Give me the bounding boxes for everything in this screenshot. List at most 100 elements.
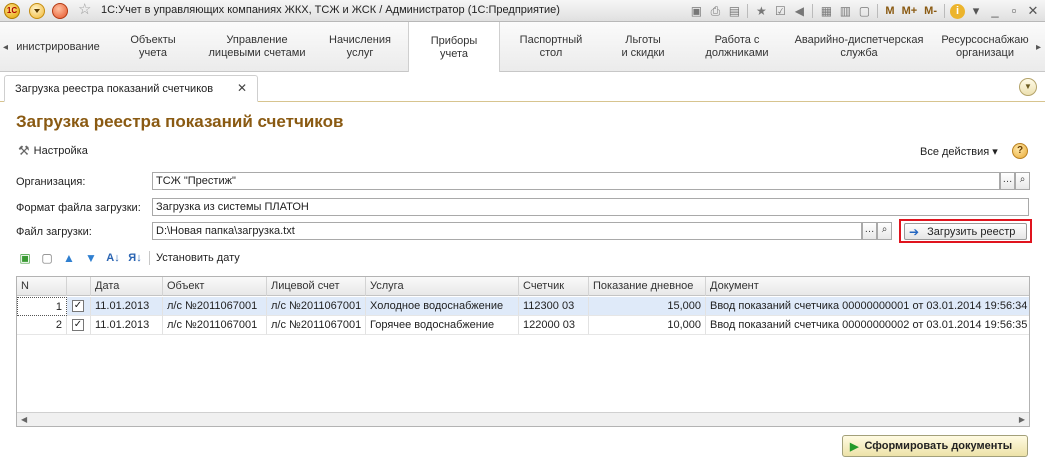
favorites-add-icon[interactable]: ★ <box>753 3 769 19</box>
all-actions-menu[interactable]: Все действия ▾ <box>920 145 998 158</box>
memory-mplus-button[interactable]: M+ <box>900 3 920 19</box>
help-icon[interactable]: ? <box>1012 143 1028 159</box>
section-meters[interactable]: Приборы учета <box>408 22 500 73</box>
select-dots-icon[interactable]: … <box>1000 172 1015 190</box>
maximize-icon[interactable]: ▫ <box>1006 3 1022 19</box>
tab-close-icon[interactable]: ✕ <box>237 81 247 95</box>
section-passport[interactable]: Паспортный стол <box>507 22 595 72</box>
search-icon[interactable]: ⌕ <box>1015 172 1030 190</box>
page-title: Загрузка реестра показаний счетчиков <box>16 112 344 131</box>
load-registry-button[interactable]: ➔ Загрузить реестр <box>904 223 1027 240</box>
readings-table: N Дата Объект Лицевой счет Услуга Счетчи… <box>16 276 1030 427</box>
col-service[interactable]: Услуга <box>366 277 519 296</box>
calculator-icon[interactable]: ▦ <box>818 3 834 19</box>
close-icon[interactable]: ✕ <box>1025 3 1041 19</box>
format-label: Формат файла загрузки: <box>16 202 141 214</box>
move-up-icon[interactable]: ▲ <box>61 250 77 266</box>
memory-mminus-button[interactable]: M- <box>922 3 939 19</box>
cell-account: л/с №2011067001 <box>267 297 366 316</box>
col-account[interactable]: Лицевой счет <box>267 277 366 296</box>
cell-service: Холодное водоснабжение <box>366 297 519 316</box>
set-date-button[interactable]: Установить дату <box>156 252 240 264</box>
horizontal-scrollbar[interactable]: ◀ ▶ <box>17 412 1029 426</box>
col-n[interactable]: N <box>17 277 67 296</box>
section-accounts[interactable]: Управление лицевыми счетами <box>200 22 314 72</box>
col-check[interactable] <box>67 277 91 296</box>
back-icon[interactable]: ◀ <box>791 3 807 19</box>
settings-button[interactable]: ⚒ Настройка <box>18 143 88 159</box>
load-registry-highlight: ➔ Загрузить реестр <box>899 219 1032 243</box>
col-date[interactable]: Дата <box>91 277 163 296</box>
separator <box>149 251 150 265</box>
section-emergency[interactable]: Аварийно-диспетчерская служба <box>790 22 928 72</box>
organization-field[interactable]: ТСЖ "Престиж" <box>152 172 1000 190</box>
tab-label: Загрузка реестра показаний счетчиков <box>15 83 214 95</box>
row-checkbox[interactable]: ✓ <box>72 300 84 312</box>
load-registry-label: Загрузить реестр <box>927 225 1016 238</box>
section-debtors[interactable]: Работа с должниками <box>688 22 786 72</box>
sort-asc-icon[interactable]: A↓ <box>105 250 121 266</box>
info-icon[interactable]: i <box>950 3 965 19</box>
scroll-left-icon[interactable]: ◀ <box>21 415 27 424</box>
preview-icon[interactable]: ▤ <box>726 3 742 19</box>
section-objects[interactable]: Объекты учета <box>112 22 194 72</box>
col-object[interactable]: Объект <box>163 277 267 296</box>
separator <box>877 4 879 18</box>
select-dots-icon[interactable]: … <box>862 222 877 240</box>
app-logo-icon[interactable]: 1С <box>4 3 20 19</box>
file-label: Файл загрузки: <box>16 226 92 238</box>
separator <box>747 4 749 18</box>
cell-n: 2 <box>17 316 67 335</box>
uncheck-all-icon[interactable]: ▢ <box>39 250 55 266</box>
section-benefits[interactable]: Льготы и скидки <box>604 22 682 72</box>
table-row[interactable]: 2 ✓ 11.01.2013 л/с №2011067001 л/с №2011… <box>17 316 1029 335</box>
dropdown-icon[interactable]: ▾ <box>968 3 984 19</box>
memory-m-button[interactable]: M <box>883 3 896 19</box>
check-all-icon[interactable]: ▣ <box>17 250 33 266</box>
section-resources[interactable]: Ресурсоснабжаю организаци <box>934 22 1036 72</box>
separator <box>944 4 945 18</box>
file-field[interactable]: D:\Новая папка\загрузка.txt <box>152 222 862 240</box>
col-document[interactable]: Документ <box>706 277 1029 296</box>
col-reading[interactable]: Показание дневное <box>589 277 706 296</box>
tabs-menu-icon[interactable]: ▼ <box>1019 78 1037 96</box>
table-header: N Дата Объект Лицевой счет Услуга Счетчи… <box>17 277 1029 296</box>
cell-n: 1 <box>17 297 67 316</box>
sections-panel: ◂ инистрирование Объекты учета Управлени… <box>0 22 1045 73</box>
save-icon[interactable]: ▣ <box>688 3 704 19</box>
cell-document: Ввод показаний счетчика 00000000001 от 0… <box>706 297 1029 316</box>
main-menu-dropdown-icon[interactable] <box>29 3 45 19</box>
window-title: 1С:Учет в управляющих компаниях ЖКХ, ТСЖ… <box>101 4 560 16</box>
cell-document: Ввод показаний счетчика 00000000002 от 0… <box>706 316 1029 335</box>
table-row[interactable]: 1 ✓ 11.01.2013 л/с №2011067001 л/с №2011… <box>17 297 1029 316</box>
format-field[interactable]: Загрузка из системы ПЛАТОН <box>152 198 1029 216</box>
section-charges[interactable]: Начисления услуг <box>320 22 400 72</box>
history-icon[interactable]: ☑ <box>772 3 788 19</box>
print-icon[interactable]: ⎙ <box>707 3 723 19</box>
title-toolbar: ▣ ⎙ ▤ ★ ☑ ◀ ▦ ▥ ▢ M M+ M- i ▾ _ ▫ ✕ <box>688 2 1041 20</box>
col-meter[interactable]: Счетчик <box>519 277 589 296</box>
minimize-icon[interactable]: _ <box>987 3 1003 19</box>
stop-icon[interactable] <box>52 3 68 19</box>
scroll-right-icon[interactable]: ▸ <box>1036 42 1041 53</box>
sort-desc-icon[interactable]: Я↓ <box>127 250 143 266</box>
create-documents-button[interactable]: ▶ Сформировать документы <box>842 435 1028 457</box>
row-checkbox[interactable]: ✓ <box>72 319 84 331</box>
move-down-icon[interactable]: ▼ <box>83 250 99 266</box>
section-administration[interactable]: инистрирование <box>12 22 104 72</box>
scroll-left-icon[interactable]: ◂ <box>3 42 8 53</box>
search-icon[interactable]: ⌕ <box>877 222 892 240</box>
tab-load-registry[interactable]: Загрузка реестра показаний счетчиков ✕ <box>4 75 258 102</box>
tab-strip: Загрузка реестра показаний счетчиков ✕ ▼ <box>0 72 1045 102</box>
cell-date: 11.01.2013 <box>91 316 163 335</box>
calendar-icon[interactable]: ▥ <box>837 3 853 19</box>
favorite-star-icon[interactable]: ☆ <box>78 2 91 18</box>
cell-meter: 122000 03 <box>519 316 589 335</box>
clipboard-icon[interactable]: ▢ <box>856 3 872 19</box>
cell-reading: 10,000 <box>589 316 706 335</box>
tools-icon: ⚒ <box>18 143 30 158</box>
scroll-right-icon[interactable]: ▶ <box>1019 415 1025 424</box>
play-icon: ▶ <box>850 440 859 453</box>
cell-object: л/с №2011067001 <box>163 297 267 316</box>
cell-meter: 112300 03 <box>519 297 589 316</box>
